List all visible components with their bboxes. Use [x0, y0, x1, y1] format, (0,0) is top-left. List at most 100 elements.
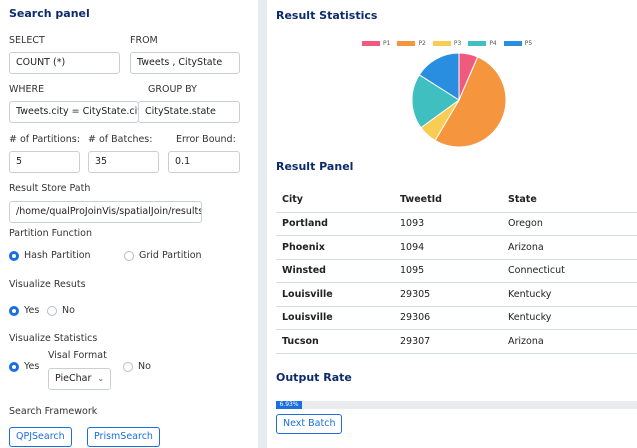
partitions-label: # of Partitions: [9, 134, 80, 145]
prismsearch-button[interactable]: PrismSearch [87, 427, 160, 447]
next-batch-button[interactable]: Next Batch [276, 414, 343, 434]
table-row: Portland 1093 Oregon [276, 212, 637, 236]
cell-state: Oregon [502, 212, 637, 236]
groupby-input[interactable]: CityState.state [138, 101, 240, 123]
cell-city: Louisville [276, 282, 394, 307]
partitions-input[interactable]: 5 [9, 151, 80, 173]
legend-label: P5 [524, 40, 533, 47]
cell-tweetid: 1093 [394, 212, 502, 236]
cell-tweetid: 29307 [394, 329, 502, 354]
panel-divider [258, 0, 267, 448]
error-bound-input[interactable]: 0.1 [168, 151, 240, 173]
legend-label: P3 [453, 40, 462, 47]
store-path-label: Result Store Path [9, 183, 91, 194]
cell-city: Portland [276, 212, 394, 236]
cell-tweetid: 29305 [394, 282, 502, 307]
chart-legend: P1 P2 P3 P4 P5 [362, 40, 532, 47]
result-table: City TweetId State Portland 1093 Oregon … [276, 188, 637, 354]
radio-unchecked-icon [47, 305, 57, 316]
radio-checked-icon [9, 305, 19, 316]
cell-city: Phoenix [276, 235, 394, 260]
column-header-tweetid: TweetId [394, 188, 502, 213]
legend-swatch [503, 41, 522, 46]
select-label: SELECT [9, 35, 45, 46]
table-row: Tucson 29307 Arizona [276, 329, 637, 354]
legend-swatch [397, 41, 416, 46]
partition-function-label: Partition Function [9, 228, 93, 239]
radio-checked-icon [9, 361, 19, 372]
cell-city: Winsted [276, 259, 394, 283]
batches-input[interactable]: 35 [88, 151, 159, 173]
radio-unchecked-icon [123, 361, 133, 372]
legend-item-p5[interactable]: P5 [503, 40, 533, 47]
legend-swatch [468, 41, 487, 46]
visualize-statistics-no-radio[interactable]: No [123, 361, 151, 372]
table-row: Phoenix 1094 Arizona [276, 235, 637, 260]
column-header-city: City [276, 188, 394, 213]
cell-city: Tucson [276, 329, 394, 354]
legend-swatch [432, 41, 451, 46]
error-bound-label: Error Bound: [176, 134, 236, 145]
legend-label: P4 [489, 40, 497, 47]
pie-chart [411, 52, 507, 148]
radio-unchecked-icon [124, 250, 134, 261]
table-row: Louisville 29305 Kentucky [276, 282, 637, 307]
cell-state: Connecticut [502, 259, 637, 283]
legend-label: P1 [383, 40, 391, 47]
cell-state: Kentucky [502, 282, 637, 307]
where-label: WHERE [9, 84, 45, 95]
grid-partition-radio[interactable]: Grid Partition [124, 250, 202, 261]
vs-no-label: No [138, 361, 151, 372]
visualize-statistics-yes-radio[interactable]: Yes [9, 361, 39, 372]
legend-item-p2[interactable]: P2 [397, 40, 426, 47]
table-header-row: City TweetId State [276, 188, 637, 213]
table-row: Louisville 29306 Kentucky [276, 306, 637, 330]
visualize-results-label: Visualize Resuts [9, 279, 86, 290]
cell-state: Arizona [502, 329, 637, 354]
column-header-state: State [502, 188, 637, 213]
visualize-results-no-radio[interactable]: No [47, 305, 75, 316]
cell-tweetid: 1095 [394, 259, 502, 283]
from-input[interactable]: Tweets , CityState [130, 52, 240, 74]
result-statistics-title: Result Statistics [276, 9, 378, 22]
where-input[interactable]: Tweets.city = CityState.city [9, 101, 139, 123]
output-rate-title: Output Rate [276, 371, 352, 384]
legend-label: P2 [418, 40, 426, 47]
from-label: FROM [130, 35, 158, 46]
search-framework-label: Search Framework [9, 406, 98, 417]
visal-format-label: Visal Format [48, 350, 107, 361]
vs-yes-label: Yes [24, 361, 40, 372]
visal-format-value: PieChar [55, 373, 92, 384]
grid-partition-label: Grid Partition [139, 250, 202, 261]
hash-partition-label: Hash Partition [24, 250, 91, 261]
table-row: Winsted 1095 Connecticut [276, 259, 637, 283]
output-progress-label: 6.93% [276, 401, 302, 409]
legend-item-p1[interactable]: P1 [362, 40, 390, 47]
cell-state: Arizona [502, 235, 637, 260]
search-panel-title: Search panel [9, 7, 90, 20]
legend-item-p3[interactable]: P3 [432, 40, 462, 47]
cell-state: Kentucky [502, 306, 637, 330]
visualize-results-yes-radio[interactable]: Yes [9, 305, 39, 316]
radio-checked-icon [9, 250, 19, 261]
cell-tweetid: 1094 [394, 235, 502, 260]
output-progress-bar [276, 401, 637, 409]
results-area: Result Statistics P1 P2 P3 P4 P5 Result Pane… [267, 0, 637, 448]
visualize-statistics-label: Visualize Statistics [9, 333, 98, 344]
cell-city: Louisville [276, 306, 394, 330]
groupby-label: GROUP BY [148, 84, 197, 95]
result-panel-title: Result Panel [276, 160, 354, 173]
legend-item-p4[interactable]: P4 [468, 40, 497, 47]
qpjsearch-button[interactable]: QPJSearch [9, 427, 72, 447]
cell-tweetid: 29306 [394, 306, 502, 330]
search-panel: Search panel SELECT COUNT (*) FROM Tweet… [0, 0, 258, 448]
batches-label: # of Batches: [88, 134, 153, 145]
hash-partition-radio[interactable]: Hash Partition [9, 250, 91, 261]
store-path-input[interactable]: /home/qualProJoinVis/spatialJoin/results… [9, 201, 202, 223]
legend-swatch [362, 41, 380, 46]
vr-no-label: No [62, 305, 75, 316]
select-input[interactable]: COUNT (*) [9, 52, 120, 74]
visal-format-select[interactable]: PieChar ⌄ [48, 368, 111, 390]
chevron-down-icon: ⌄ [97, 374, 105, 383]
vr-yes-label: Yes [24, 305, 40, 316]
